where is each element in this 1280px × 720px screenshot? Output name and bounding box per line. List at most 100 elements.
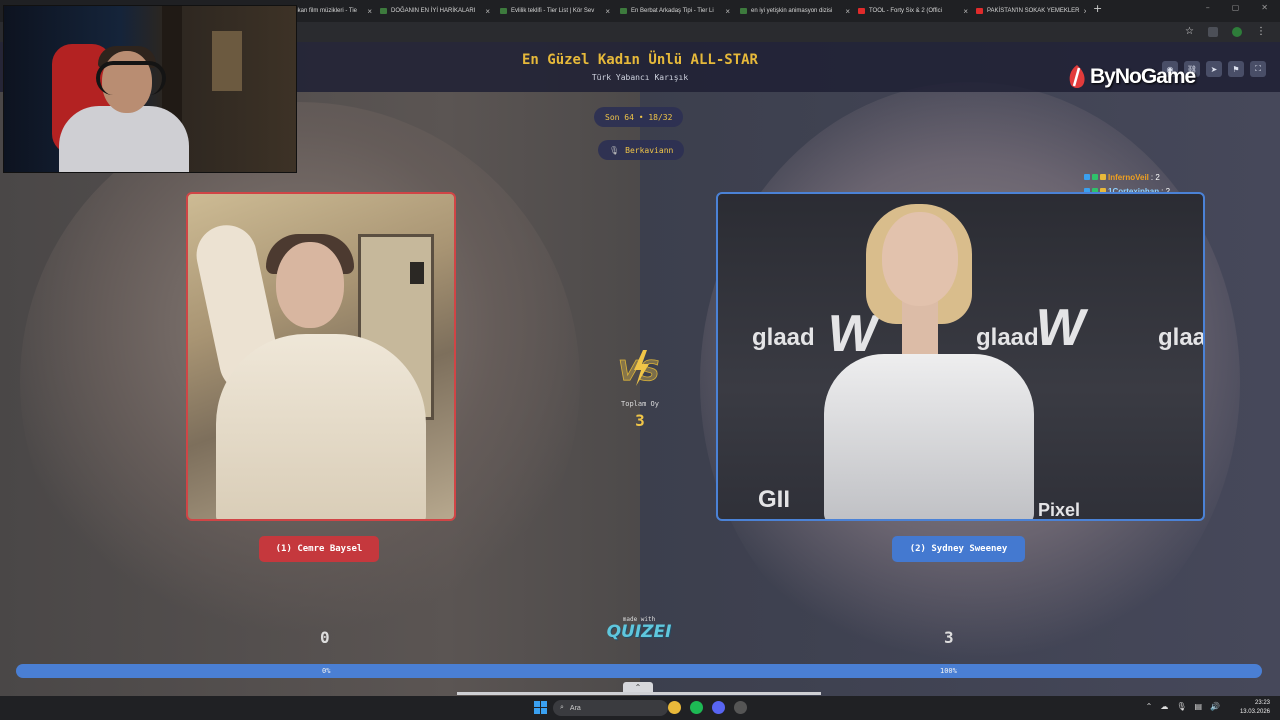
browser-tab[interactable]: ıkan film müzikleri - Tie × <box>296 3 372 19</box>
youtube-icon <box>976 8 983 14</box>
chrome-taskbar-icon[interactable] <box>668 701 681 714</box>
gift-badge-icon <box>1100 174 1106 180</box>
taskbar-search-placeholder: Ara <box>569 704 581 712</box>
tab-close-icon[interactable]: × <box>485 7 490 16</box>
network-icon[interactable]: ▤ <box>1194 702 1202 711</box>
tab-close-icon[interactable]: × <box>367 7 372 16</box>
photo-face <box>882 212 958 306</box>
backdrop-text: glaa <box>1158 324 1205 351</box>
fullscreen-icon[interactable]: ⛶ <box>1250 61 1266 77</box>
backdrop-text: GII <box>758 486 791 513</box>
cloud-icon[interactable]: ☁ <box>1160 702 1168 711</box>
sub-badge-icon <box>1092 174 1098 180</box>
tab-label: En Berbat Arkadaş Tipi - Tier Li <box>631 8 714 14</box>
contestant-right-card[interactable]: glaad W glaad W glaa GII Pixel <box>716 192 1205 521</box>
streamer-badge: 🎙 Berkaviann <box>598 140 685 160</box>
profile-avatar[interactable] <box>1232 26 1242 37</box>
browser-menu-icon[interactable]: ⋮ <box>1256 26 1266 37</box>
backdrop-text: glaad <box>976 324 1039 351</box>
brand-name: ByNoGame <box>1090 65 1196 88</box>
browser-tab[interactable]: En Berbat Arkadaş Tipi - Tier Li × <box>620 3 730 19</box>
backdrop-text: glaad <box>752 324 815 351</box>
taskbar-clock[interactable]: 23:23 13.03.2026 <box>1240 699 1270 717</box>
obs-taskbar-icon[interactable] <box>734 701 747 714</box>
windows-taskbar: ⌕ Ara ⌃ ☁ 🎙 ▤ 🔊 23:23 13.03.2026 <box>0 696 1280 720</box>
headset-icon <box>96 61 166 95</box>
mic-tray-icon[interactable]: 🎙 <box>1176 702 1186 711</box>
webcam-window <box>212 31 242 91</box>
browser-tab[interactable]: TOOL - Forty Six & 2 (Offici × <box>858 3 968 19</box>
send-icon[interactable]: ➤ <box>1206 61 1222 77</box>
search-icon: ⌕ <box>560 704 564 711</box>
tab-favicon-icon <box>500 8 507 14</box>
streamer-name: Berkaviann <box>625 145 674 155</box>
tab-favicon-icon <box>740 8 747 14</box>
tab-close-icon[interactable]: × <box>725 7 730 16</box>
webcam-overlay <box>3 5 297 173</box>
right-percent: 100% <box>940 667 957 675</box>
spotify-taskbar-icon[interactable] <box>690 701 703 714</box>
vote-progress-bar: 0% 100% <box>16 664 1262 678</box>
platform-badge-icon <box>1084 174 1090 180</box>
round-indicator: Son 64 • 18/32 <box>594 107 684 127</box>
tab-close-icon[interactable]: × <box>845 7 850 16</box>
webcam-person-body <box>59 106 189 172</box>
minimize-button[interactable]: – <box>1206 3 1210 12</box>
left-score: 0 <box>320 628 330 647</box>
browser-tab[interactable]: en iyi yetişkin animasyon dizisi × <box>740 3 850 19</box>
right-score: 3 <box>944 628 954 647</box>
tab-favicon-icon <box>380 8 387 14</box>
tab-close-icon[interactable]: × <box>605 7 610 16</box>
window-controls: – ▢ ✕ <box>1206 3 1268 12</box>
maximize-button[interactable]: ▢ <box>1232 3 1240 12</box>
photo-face <box>276 242 344 328</box>
backdrop-logo: W <box>1030 299 1091 357</box>
svg-text:VS: VS <box>618 354 660 387</box>
flag-icon[interactable]: ⚑ <box>1228 61 1244 77</box>
tab-label: en iyi yetişkin animasyon dizisi <box>751 8 833 14</box>
tab-label: DOĞANIN EN İYİ HARİKALARI <box>391 8 476 14</box>
system-tray: ⌃ ☁ 🎙 ▤ 🔊 <box>1146 702 1220 711</box>
tab-label: PAKİSTAN'IN SOKAK YEMEKLER <box>987 8 1080 14</box>
vote-right-button[interactable]: (2) Sydney Sweeney <box>892 536 1025 562</box>
clock-time: 23:23 <box>1254 700 1270 706</box>
total-votes-count: 3 <box>635 411 645 430</box>
tab-label: TOOL - Forty Six & 2 (Offici <box>869 8 942 14</box>
background-sign <box>410 262 424 284</box>
tab-close-icon[interactable]: × <box>963 7 968 16</box>
total-votes-label: Toplam Oy <box>621 400 659 408</box>
tab-label: Evlilik teklifi - Tier List | Kör Sev <box>511 8 595 14</box>
clock-date: 13.03.2026 <box>1239 709 1270 715</box>
tab-close-icon[interactable]: × <box>1084 7 1086 16</box>
youtube-icon <box>858 8 865 14</box>
microphone-icon: 🎙 <box>609 145 620 155</box>
extension-icon[interactable] <box>1208 26 1218 37</box>
voter-count: : 2 <box>1150 172 1160 182</box>
bynogame-logo-icon <box>1069 65 1085 88</box>
quizei-logo[interactable]: QUIZEI <box>600 622 678 642</box>
browser-tab[interactable]: Evlilik teklifi - Tier List | Kör Sev × <box>500 3 610 19</box>
close-window-button[interactable]: ✕ <box>1261 3 1268 12</box>
round-text: Son 64 • 18/32 <box>605 112 673 122</box>
tab-favicon-icon <box>620 8 627 14</box>
toolbar-icons: ☆ ⋮ <box>1185 26 1266 37</box>
new-tab-button[interactable]: + <box>1093 2 1102 15</box>
versus-icon: VS <box>618 350 660 387</box>
voter-name: InfernoVeil <box>1108 172 1149 182</box>
taskbar-search[interactable]: ⌕ Ara <box>553 700 668 716</box>
scroll-indicator <box>457 692 821 695</box>
left-percent: 0% <box>322 667 331 675</box>
contestant-left-card[interactable] <box>186 192 456 521</box>
browser-tab[interactable]: DOĞANIN EN İYİ HARİKALARI × <box>380 3 490 19</box>
tab-label: ıkan film müzikleri - Tie <box>296 8 358 14</box>
windows-start-icon[interactable] <box>534 701 547 714</box>
photo-dress <box>216 334 426 519</box>
voter-entry: InfernoVeil : 2 <box>1084 170 1170 184</box>
bookmark-star-icon[interactable]: ☆ <box>1185 26 1194 37</box>
vote-left-button[interactable]: (1) Cemre Baysel <box>259 536 379 562</box>
volume-icon[interactable]: 🔊 <box>1210 702 1220 711</box>
browser-tab[interactable]: PAKİSTAN'IN SOKAK YEMEKLER × <box>976 3 1086 19</box>
discord-taskbar-icon[interactable] <box>712 701 725 714</box>
tray-chevron-icon[interactable]: ⌃ <box>1146 702 1153 711</box>
backdrop-text: Pixel <box>1038 500 1081 520</box>
